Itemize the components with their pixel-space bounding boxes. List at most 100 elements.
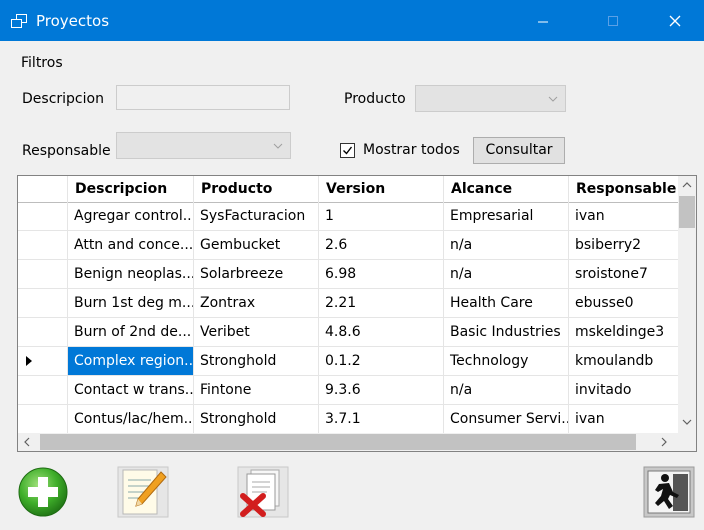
producto-label: Producto (344, 91, 406, 107)
row-header[interactable] (18, 231, 68, 259)
cell-descripcion[interactable]: Contact w trans... (68, 376, 194, 404)
row-header[interactable] (18, 318, 68, 346)
table-row[interactable]: Burn 1st deg m... Zontrax 2.21 Health Ca… (18, 289, 678, 318)
column-header-alcance[interactable]: Alcance (444, 176, 569, 202)
maximize-button[interactable] (590, 0, 636, 41)
row-header-corner (18, 176, 68, 202)
add-button[interactable] (17, 466, 68, 517)
cell-alcance[interactable]: Health Care (444, 289, 569, 317)
vertical-scrollbar[interactable] (678, 176, 696, 433)
exit-icon (643, 466, 695, 518)
consultar-button[interactable]: Consultar (473, 137, 565, 164)
cell-version[interactable]: 2.6 (319, 231, 444, 259)
cell-responsable[interactable]: ebusse0 (569, 289, 678, 317)
cell-descripcion[interactable]: Attn and conce... (68, 231, 194, 259)
scrollbar-corner (678, 433, 696, 451)
app-icon (11, 14, 27, 28)
row-header[interactable] (18, 289, 68, 317)
descripcion-label: Descripcion (22, 91, 104, 107)
scroll-right-icon[interactable] (661, 437, 667, 447)
vertical-scroll-thumb[interactable] (679, 196, 695, 228)
cell-descripcion[interactable]: Burn 1st deg m... (68, 289, 194, 317)
cell-alcance[interactable]: n/a (444, 376, 569, 404)
column-header-producto[interactable]: Producto (194, 176, 319, 202)
cell-responsable[interactable]: sroistone7 (569, 260, 678, 288)
cell-responsable[interactable]: bsiberry2 (569, 231, 678, 259)
table-row-selected[interactable]: Complex region... Stronghold 0.1.2 Techn… (18, 347, 678, 376)
cell-producto[interactable]: Stronghold (194, 405, 319, 433)
column-header-version[interactable]: Version (319, 176, 444, 202)
producto-combo[interactable] (415, 85, 566, 112)
cell-descripcion-selected[interactable]: Complex region... (68, 347, 194, 375)
add-icon (18, 467, 68, 517)
cell-descripcion[interactable]: Agregar control... (68, 202, 194, 230)
cell-descripcion[interactable]: Contus/lac/hem... (68, 405, 194, 433)
delete-button[interactable] (237, 466, 289, 518)
cell-responsable[interactable]: invitado (569, 376, 678, 404)
cell-producto[interactable]: SysFacturacion (194, 202, 319, 230)
table-row[interactable]: Contact w trans... Fintone 9.3.6 n/a inv… (18, 376, 678, 405)
exit-button[interactable] (643, 466, 695, 518)
horizontal-scrollbar[interactable] (18, 433, 678, 451)
cell-descripcion[interactable]: Benign neoplas... (68, 260, 194, 288)
row-header[interactable] (18, 347, 68, 375)
cell-descripcion[interactable]: Burn of 2nd de... (68, 318, 194, 346)
window-title: Proyectos (36, 12, 110, 30)
horizontal-scroll-thumb[interactable] (40, 434, 636, 450)
cell-responsable[interactable]: mskeldinge3 (569, 318, 678, 346)
current-row-arrow-icon (26, 356, 32, 366)
table-row[interactable]: Contus/lac/hem... Stronghold 3.7.1 Consu… (18, 405, 678, 434)
cell-alcance[interactable]: Empresarial (444, 202, 569, 230)
cell-alcance[interactable]: Consumer Servi... (444, 405, 569, 433)
filters-group-label: Filtros (21, 55, 63, 71)
table-row[interactable]: Benign neoplas... Solarbreeze 6.98 n/a s… (18, 260, 678, 289)
cell-producto[interactable]: Stronghold (194, 347, 319, 375)
cell-responsable[interactable]: ivan (569, 405, 678, 433)
mostrar-todos-checkbox[interactable] (340, 143, 355, 158)
responsable-combo[interactable] (116, 132, 291, 159)
descripcion-input[interactable] (116, 85, 290, 110)
row-header[interactable] (18, 405, 68, 433)
column-header-descripcion[interactable]: Descripcion (68, 176, 194, 202)
scroll-left-icon[interactable] (24, 437, 30, 447)
projects-grid[interactable]: Descripcion Producto Version Alcance Res… (17, 175, 697, 452)
cell-alcance[interactable]: Basic Industries (444, 318, 569, 346)
cell-responsable[interactable]: kmoulandb (569, 347, 678, 375)
table-row[interactable]: Attn and conce... Gembucket 2.6 n/a bsib… (18, 231, 678, 260)
cell-producto[interactable]: Gembucket (194, 231, 319, 259)
close-icon (669, 15, 681, 27)
cell-producto[interactable]: Solarbreeze (194, 260, 319, 288)
cell-version[interactable]: 9.3.6 (319, 376, 444, 404)
edit-button[interactable] (117, 466, 169, 518)
cell-version[interactable]: 2.21 (319, 289, 444, 317)
cell-version[interactable]: 1 (319, 202, 444, 230)
row-header[interactable] (18, 260, 68, 288)
cell-producto[interactable]: Zontrax (194, 289, 319, 317)
cell-producto[interactable]: Veribet (194, 318, 319, 346)
cell-version[interactable]: 6.98 (319, 260, 444, 288)
delete-icon (237, 466, 289, 518)
maximize-icon (608, 16, 618, 26)
cell-alcance[interactable]: Technology (444, 347, 569, 375)
cell-version[interactable]: 3.7.1 (319, 405, 444, 433)
cell-alcance[interactable]: n/a (444, 231, 569, 259)
cell-version[interactable]: 4.8.6 (319, 318, 444, 346)
cell-responsable[interactable]: ivan (569, 202, 678, 230)
cell-alcance[interactable]: n/a (444, 260, 569, 288)
chevron-down-icon (273, 143, 283, 149)
table-row[interactable]: Burn of 2nd de... Veribet 4.8.6 Basic In… (18, 318, 678, 347)
cell-version[interactable]: 0.1.2 (319, 347, 444, 375)
row-header[interactable] (18, 376, 68, 404)
column-header-responsable[interactable]: Responsable (569, 176, 684, 202)
chevron-down-icon (548, 96, 558, 102)
minimize-button[interactable] (520, 0, 566, 41)
scroll-down-icon[interactable] (682, 419, 692, 425)
scroll-up-icon[interactable] (682, 182, 692, 188)
table-row[interactable]: Agregar control... SysFacturacion 1 Empr… (18, 202, 678, 231)
cell-producto[interactable]: Fintone (194, 376, 319, 404)
row-header[interactable] (18, 202, 68, 230)
edit-icon (117, 466, 169, 518)
close-button[interactable] (652, 0, 698, 41)
mostrar-todos-label[interactable]: Mostrar todos (363, 142, 460, 158)
check-icon (343, 146, 353, 155)
